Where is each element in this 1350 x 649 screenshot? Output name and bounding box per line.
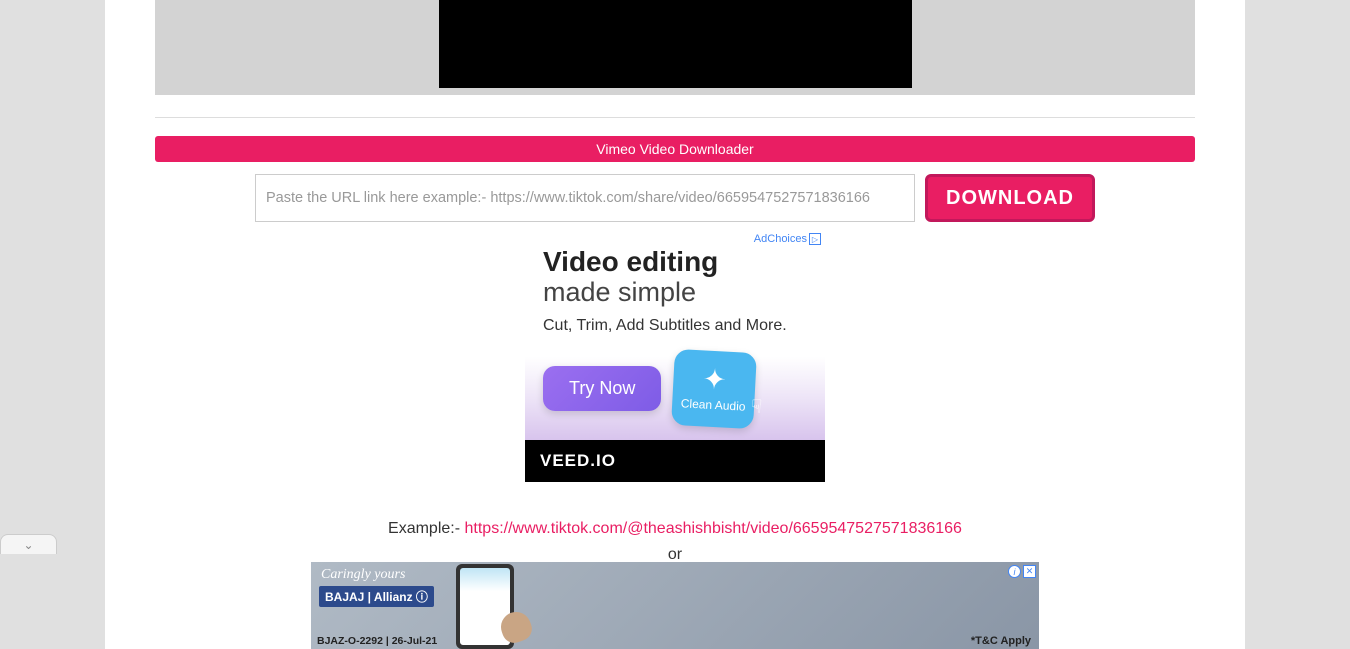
clean-audio-button[interactable]: ✦ Clean Audio ☟ — [671, 349, 757, 429]
download-form: DOWNLOAD — [155, 174, 1195, 222]
bjaz-code: BJAZ-O-2292 | 26-Jul-21 — [317, 635, 437, 647]
example-section: Example:- https://www.tiktok.com/@theash… — [155, 520, 1195, 538]
veed-logo: VEED.IO — [540, 451, 616, 471]
ad-top-section: Video editing made simple Cut, Trim, Add… — [525, 232, 825, 440]
example-link[interactable]: https://www.tiktok.com/@theashishbisht/v… — [465, 520, 962, 537]
bottom-ad-controls: i ✕ — [1008, 565, 1036, 578]
sparkle-icon: ✦ — [702, 365, 727, 394]
ad-buttons: Try Now ✦ Clean Audio ☟ — [543, 351, 807, 427]
video-player[interactable] — [439, 0, 912, 88]
page-title-bar: Vimeo Video Downloader — [155, 136, 1195, 162]
close-icon[interactable]: ✕ — [1023, 565, 1036, 578]
adchoices-label[interactable]: AdChoices ▷ — [750, 232, 825, 246]
chevron-down-icon: ⌄ — [23, 538, 33, 552]
ad-subtitle: made simple — [543, 278, 807, 306]
caringly-text: Caringly yours — [321, 567, 405, 583]
ad-bottom-section: VEED.IO — [525, 440, 825, 482]
page-container: Vimeo Video Downloader DOWNLOAD AdChoice… — [105, 0, 1245, 649]
ad-description: Cut, Trim, Add Subtitles and More. — [543, 317, 807, 335]
download-button[interactable]: DOWNLOAD — [925, 174, 1095, 222]
pointer-icon: ☟ — [751, 396, 763, 418]
ad-main-container[interactable]: AdChoices ▷ Video editing made simple Cu… — [525, 232, 825, 482]
adchoices-icon: ▷ — [809, 233, 821, 245]
page-title: Vimeo Video Downloader — [596, 141, 753, 157]
url-input[interactable] — [255, 174, 915, 222]
ad-title: Video editing — [543, 247, 807, 276]
try-now-button[interactable]: Try Now — [543, 366, 661, 411]
video-area-background — [155, 0, 1195, 95]
bottom-ad-banner[interactable]: i ✕ Caringly yours BAJAJ | Allianz ⓘ BJA… — [311, 562, 1039, 649]
example-prefix: Example:- — [388, 520, 464, 537]
tc-apply: *T&C Apply — [971, 635, 1031, 647]
chevron-tab[interactable]: ⌄ — [0, 534, 57, 554]
divider — [155, 117, 1195, 118]
bajaj-brand: BAJAJ | Allianz ⓘ — [319, 586, 434, 607]
info-icon[interactable]: i — [1008, 565, 1021, 578]
